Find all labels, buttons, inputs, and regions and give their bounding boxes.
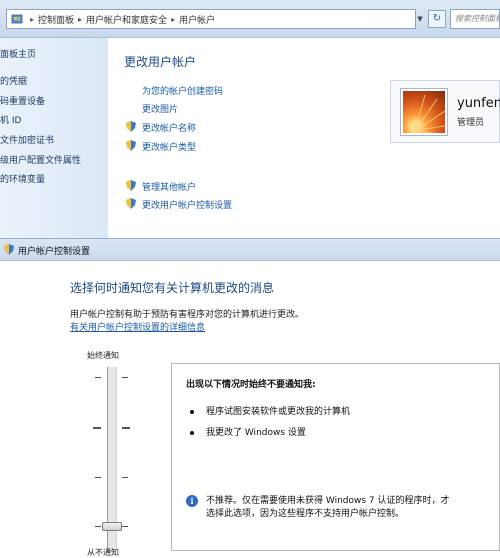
sidebar-item-env-variables[interactable]: 的环境变量 xyxy=(0,172,45,185)
slider-tick xyxy=(122,377,128,378)
slider-tick xyxy=(122,427,130,429)
warning-note: 不推荐。仅在需要使用未获得 Windows 7 认证的程序时，才选择此选项，因为… xyxy=(206,496,450,519)
shield-icon xyxy=(126,140,136,151)
shield-icon xyxy=(4,244,14,255)
create-password-link[interactable]: 为您的帐户创建密码 xyxy=(142,84,223,97)
change-account-type-link[interactable]: 更改帐户类型 xyxy=(142,140,196,153)
bullet-item: 程序试图安装软件或更改我的计算机 xyxy=(190,404,350,417)
breadcrumb-separator: ▸ xyxy=(78,14,83,24)
avatar xyxy=(401,89,447,135)
address-bar-area: ▸ 控制面板 ▸ 用户帐户和家庭安全 ▸ 用户帐户 ▼ ↻ 搜索控制面板 xyxy=(0,0,500,38)
sidebar: 面板主页 的凭据 码重置设备 机 ID 文件加密证书 级用户配置文件属性 的环境… xyxy=(0,38,108,238)
more-info-link[interactable]: 有关用户帐户控制设置的详细信息 xyxy=(70,320,205,333)
bullet-text: 我更改了 Windows 设置 xyxy=(206,428,306,438)
sidebar-item-encryption-cert[interactable]: 文件加密证书 xyxy=(0,133,54,146)
breadcrumb-separator: ▸ xyxy=(171,14,176,24)
info-icon: i xyxy=(186,495,198,507)
change-picture-link[interactable]: 更改图片 xyxy=(142,102,178,115)
slider-top-label: 始终通知 xyxy=(87,351,119,360)
bullet-item: 我更改了 Windows 设置 xyxy=(190,425,306,438)
window-titlebar[interactable]: 用户帐户控制设置 xyxy=(0,239,500,261)
slider-tick xyxy=(122,477,128,478)
slider-bottom-label: 从不通知 xyxy=(87,548,119,557)
change-account-name-link[interactable]: 更改帐户名称 xyxy=(142,121,196,134)
breadcrumb-control-panel[interactable]: 控制面板 xyxy=(38,13,74,26)
level-description-panel: 出现以下情况时始终不要通知我: 程序试图安装软件或更改我的计算机 我更改了 Wi… xyxy=(171,363,500,551)
user-card: yunfen 管理员 xyxy=(390,80,500,143)
window-title: 用户帐户控制设置 xyxy=(18,247,91,257)
breadcrumb-separator: ▸ xyxy=(30,14,35,24)
slider-tick xyxy=(95,377,101,378)
bullet-text: 程序试图安装软件或更改我的计算机 xyxy=(206,407,351,417)
control-panel-window: 面板主页 的凭据 码重置设备 机 ID 文件加密证书 级用户配置文件属性 的环境… xyxy=(0,38,500,238)
bullet-dot xyxy=(190,430,194,435)
sidebar-item-home[interactable]: 面板主页 xyxy=(0,47,36,60)
dialog-heading: 选择何时通知您有关计算机更改的消息 xyxy=(70,281,275,295)
slider-tick xyxy=(93,427,101,429)
chevron-down-icon[interactable]: ▼ xyxy=(414,11,426,27)
sidebar-item-credentials[interactable]: 的凭据 xyxy=(0,74,27,87)
refresh-icon[interactable]: ↻ xyxy=(428,10,446,28)
flower-icon xyxy=(414,94,445,133)
control-panel-icon xyxy=(11,14,23,24)
breadcrumb-user-accounts[interactable]: 用户帐户 xyxy=(179,13,215,26)
page-title: 更改用户帐户 xyxy=(124,55,197,69)
sidebar-item-profile-properties[interactable]: 级用户配置文件属性 xyxy=(0,153,81,166)
manage-other-accounts-link[interactable]: 管理其他帐户 xyxy=(142,180,196,193)
address-bar[interactable]: ▸ 控制面板 ▸ 用户帐户和家庭安全 ▸ 用户帐户 xyxy=(6,9,416,29)
sidebar-item-password-reset[interactable]: 码重置设备 xyxy=(0,94,45,107)
slider-tick xyxy=(122,526,128,527)
slider-thumb[interactable] xyxy=(102,522,122,531)
shield-icon xyxy=(126,180,136,191)
user-name: yunfen xyxy=(457,96,500,111)
user-role: 管理员 xyxy=(457,118,485,128)
slider-tick xyxy=(95,526,101,527)
sidebar-item-id[interactable]: 机 ID xyxy=(0,113,21,126)
search-input[interactable]: 搜索控制面板 xyxy=(450,9,500,29)
bullet-dot xyxy=(190,409,194,414)
breadcrumb-user-accounts-family[interactable]: 用户帐户和家庭安全 xyxy=(86,13,167,26)
uac-settings-window: 用户帐户控制设置 选择何时通知您有关计算机更改的消息 用户帐户控制有助于预防有害… xyxy=(0,238,500,557)
shield-icon xyxy=(126,121,136,132)
shield-icon xyxy=(126,198,136,209)
slider-tick xyxy=(95,477,101,478)
panel-heading: 出现以下情况时始终不要通知我: xyxy=(186,380,316,390)
change-uac-settings-link[interactable]: 更改用户帐户控制设置 xyxy=(142,198,232,211)
dialog-description: 用户帐户控制有助于预防有害程序对您的计算机进行更改。 xyxy=(70,310,305,320)
